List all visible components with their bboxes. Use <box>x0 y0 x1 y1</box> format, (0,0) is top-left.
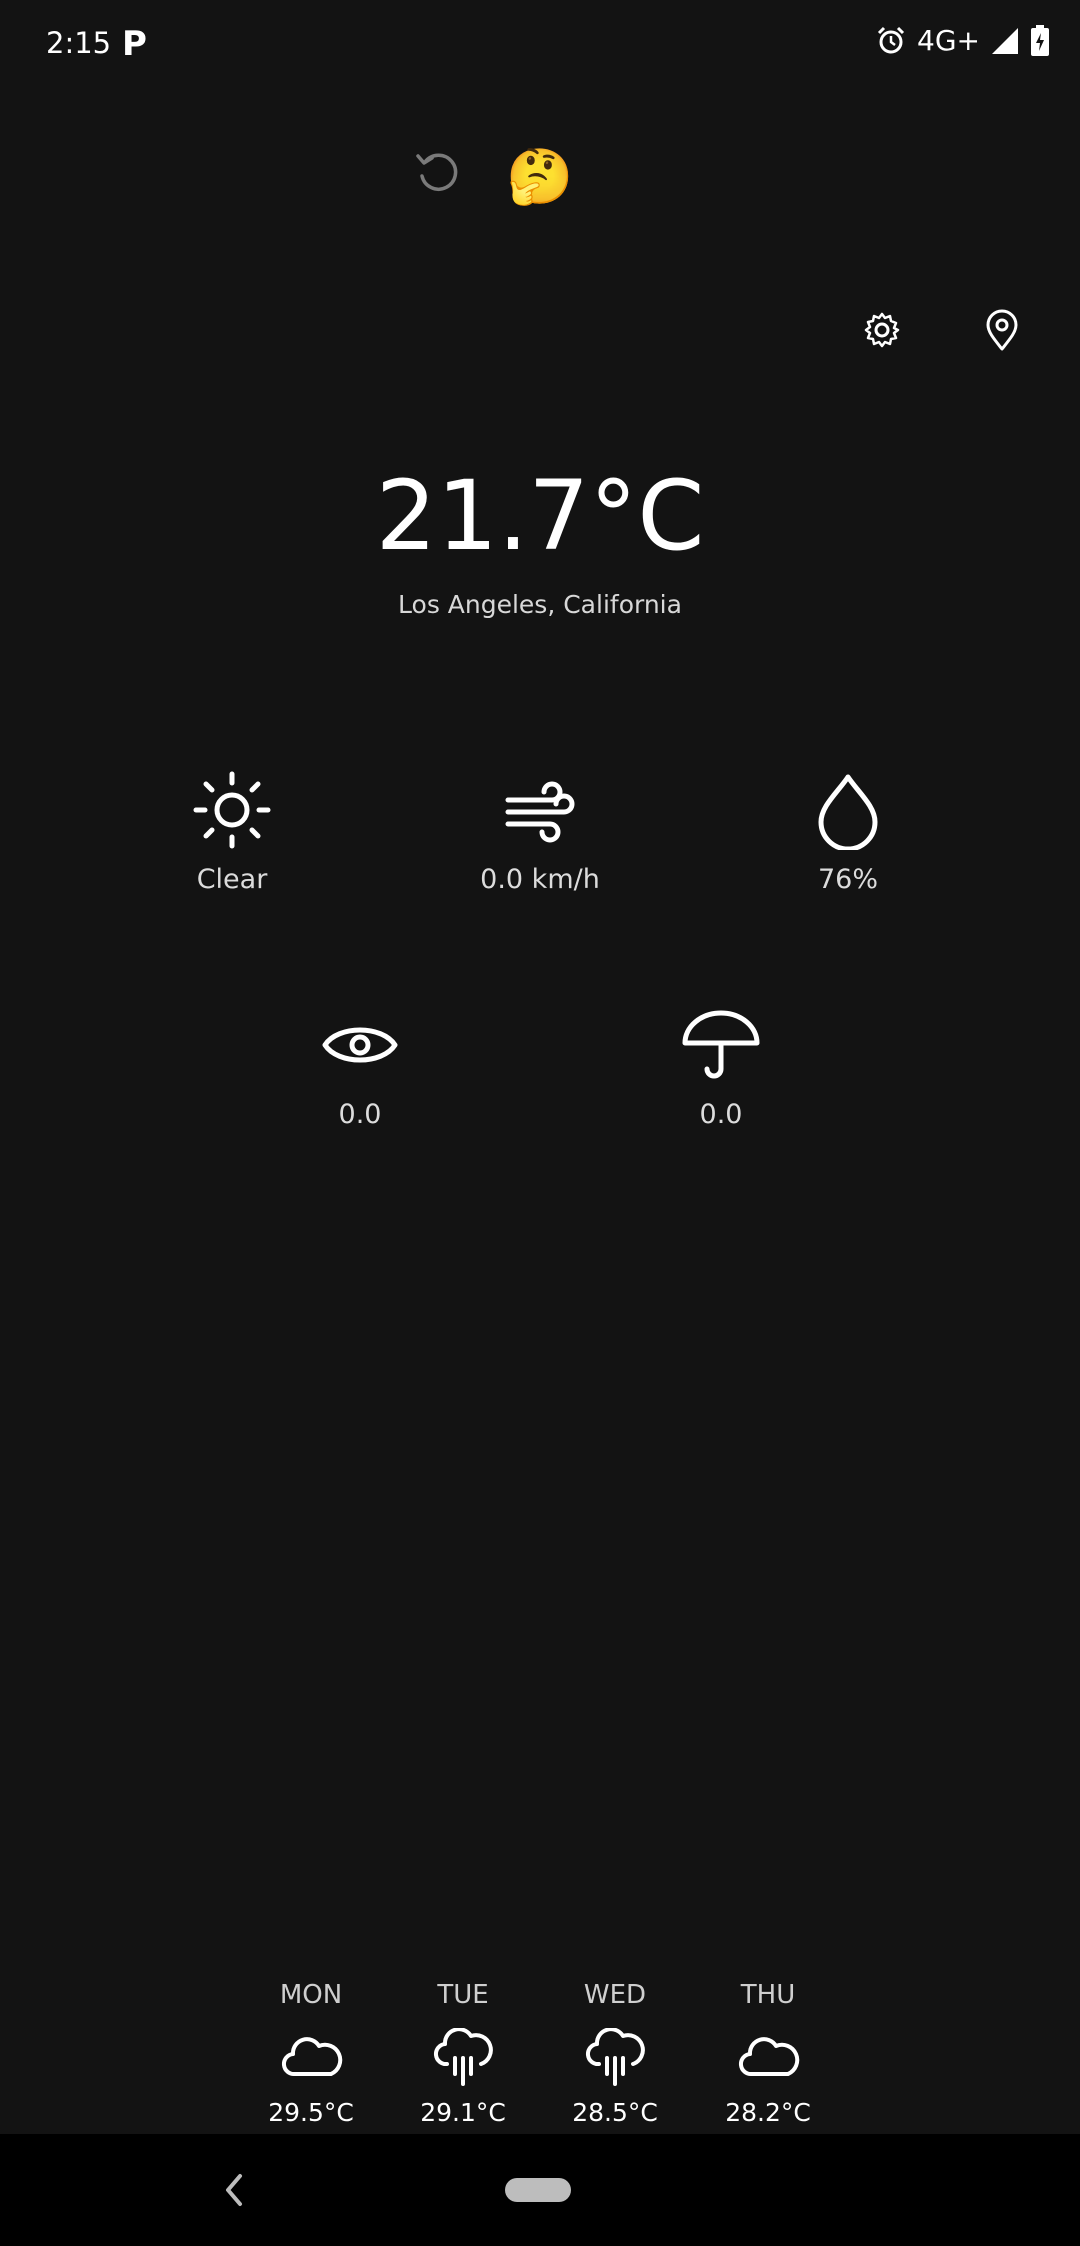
forecast-temp: 29.5°C <box>268 2098 354 2127</box>
forecast-temp: 29.1°C <box>420 2098 506 2127</box>
thinking-emoji-button[interactable]: 🤔 <box>505 142 575 212</box>
forecast-day-name: TUE <box>437 1980 489 2010</box>
status-time: 2:15 <box>46 26 112 60</box>
forecast-day: MON 29.5°C <box>251 1980 371 2127</box>
alarm-icon <box>877 26 905 53</box>
status-icons: 4G+ <box>875 24 1050 57</box>
forecast-day-name: THU <box>740 1980 796 2010</box>
settings-gear-icon <box>864 312 900 348</box>
forecast-day: TUE 29.1°C <box>403 1980 523 2127</box>
forecast-day-name: MON <box>279 1980 343 2010</box>
refresh-icon <box>416 153 458 191</box>
battery-icon <box>1031 24 1049 56</box>
humidity-label: 76% <box>817 864 878 895</box>
network-type: 4G+ <box>917 24 980 57</box>
forecast-temp: 28.2°C <box>725 2098 811 2127</box>
precipitation-metric: 0.0 <box>596 1005 846 1130</box>
humidity-drop-icon <box>818 774 878 850</box>
visibility-eye-icon <box>322 1027 398 1063</box>
settings-button[interactable] <box>856 304 908 356</box>
home-pill-button[interactable] <box>505 2178 571 2202</box>
location-button[interactable] <box>976 304 1028 356</box>
visibility-metric: 0.0 <box>235 1005 485 1130</box>
condition-metric: Clear <box>107 770 357 895</box>
umbrella-icon <box>682 1010 760 1079</box>
location-name: Los Angeles, California <box>398 590 682 619</box>
humidity-metric: 76% <box>723 770 973 895</box>
forecast-day: THU 28.2°C <box>708 1980 828 2127</box>
wind-icon <box>505 781 575 843</box>
back-chevron-icon[interactable] <box>218 2168 248 2212</box>
rain-cloud-icon <box>434 2027 493 2086</box>
signal-icon <box>992 27 1018 54</box>
refresh-button[interactable] <box>408 142 468 202</box>
wind-speed-label: 0.0 km/h <box>480 864 600 895</box>
condition-label: Clear <box>196 864 268 895</box>
location-pin-icon <box>986 309 1018 351</box>
rain-cloud-icon <box>586 2027 645 2086</box>
wind-metric: 0.0 km/h <box>415 770 665 895</box>
cloud-icon <box>739 2037 800 2077</box>
visibility-label: 0.0 <box>338 1099 382 1130</box>
status-bar: 2:15 P 4G+ <box>0 0 1080 90</box>
forecast-day: WED 28.5°C <box>555 1980 675 2127</box>
sun-icon <box>193 771 271 849</box>
parking-app-icon: P <box>122 24 147 64</box>
forecast-day-name: WED <box>583 1980 647 2010</box>
forecast-temp: 28.5°C <box>572 2098 658 2127</box>
current-temperature: 21.7°C <box>375 460 705 572</box>
cloud-icon <box>282 2037 343 2077</box>
precipitation-label: 0.0 <box>699 1099 743 1130</box>
